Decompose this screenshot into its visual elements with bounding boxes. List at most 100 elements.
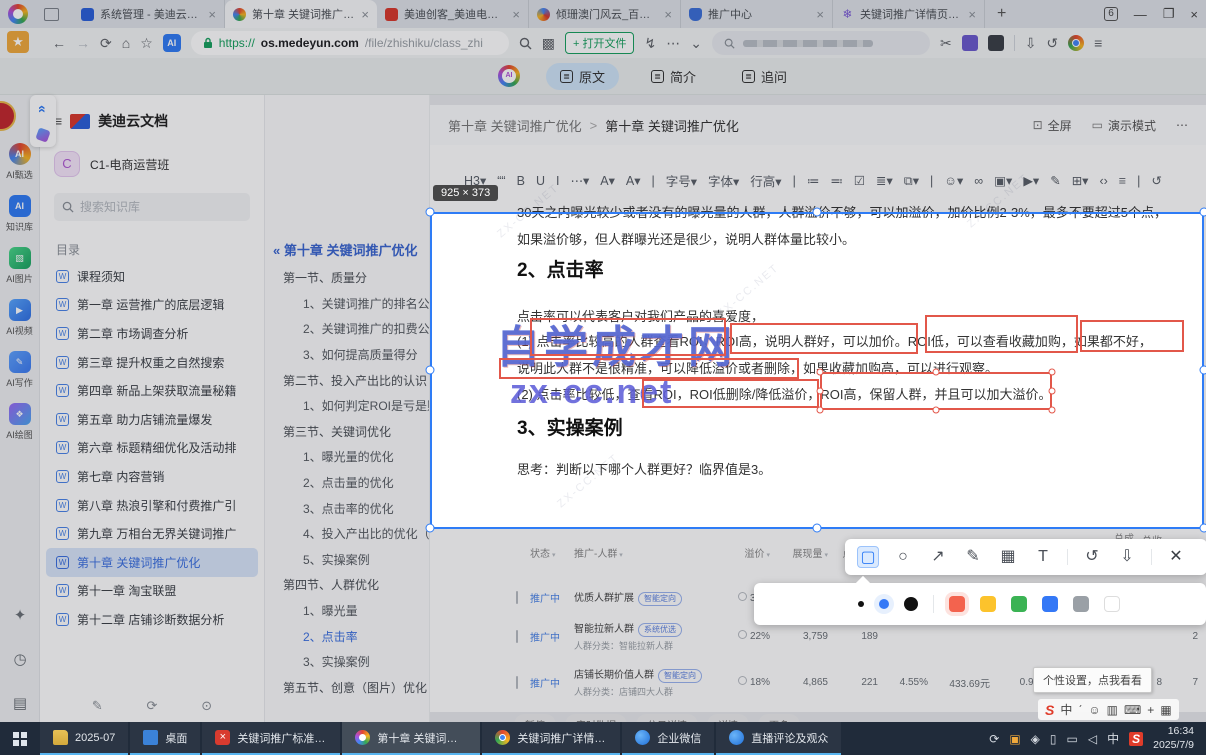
- divider[interactable]: [933, 595, 934, 613]
- taskbar-item[interactable]: 关键词推广标准计...: [202, 722, 341, 755]
- selection-handle[interactable]: [425, 523, 435, 533]
- ime-icon[interactable]: S: [1045, 702, 1054, 718]
- tray-icon[interactable]: ◁: [1088, 732, 1097, 746]
- tray-icon[interactable]: ▯: [1050, 732, 1057, 746]
- drawn-rectangle[interactable]: [925, 315, 1078, 353]
- clock-date: 2025/7/9: [1153, 738, 1194, 751]
- tray-icon[interactable]: S: [1129, 731, 1144, 746]
- taskbar-item-icon: [635, 730, 651, 745]
- heading-ctr: 2、点击率: [517, 260, 604, 281]
- stroke-small[interactable]: [858, 601, 864, 607]
- rectangle-tool[interactable]: ▢: [857, 546, 879, 568]
- selection-handle[interactable]: [425, 207, 435, 217]
- taskbar-item-label: 桌面: [165, 732, 188, 745]
- input-method-bar: S 中 ˊ ☺ ▥ ⌨ + ▦: [1038, 699, 1179, 720]
- ime-icon[interactable]: ☺: [1088, 703, 1100, 717]
- shape-handle[interactable]: [932, 368, 940, 376]
- taskbar-item[interactable]: 第十章 关键词推广...: [342, 722, 481, 755]
- settings-tooltip[interactable]: 个性设置，点我看看: [1033, 667, 1152, 693]
- divider[interactable]: [1151, 549, 1152, 565]
- shape-handle[interactable]: [816, 368, 824, 376]
- start-button[interactable]: [0, 722, 40, 755]
- text-tool[interactable]: T: [1032, 546, 1054, 568]
- shape-handle[interactable]: [1048, 387, 1056, 395]
- heading-case: 3、实操案例: [517, 418, 623, 439]
- annotation-toolbar: ▢ ○ ↗ ✎ ▦ T ↺ ⇩ ✕ ✓: [845, 539, 1206, 575]
- drawn-rectangle[interactable]: [820, 372, 1052, 410]
- download-tool[interactable]: ⇩: [1116, 546, 1138, 568]
- ime-icon[interactable]: ⌨: [1124, 703, 1141, 717]
- taskbar-item[interactable]: 直播评论及观众: [716, 722, 842, 755]
- ime-icon[interactable]: ▥: [1107, 703, 1118, 717]
- selection-handle[interactable]: [1199, 365, 1206, 375]
- color-green[interactable]: [1011, 596, 1027, 612]
- taskbar-item-label: 第十章 关键词推广...: [377, 732, 468, 745]
- taskbar-item-icon: [355, 730, 371, 745]
- selection-handle[interactable]: [1199, 523, 1206, 533]
- shape-handle[interactable]: [1048, 368, 1056, 376]
- color-red[interactable]: [949, 596, 965, 612]
- ime-icon[interactable]: 中: [1060, 701, 1072, 718]
- windows-icon: [13, 731, 27, 746]
- ime-icon[interactable]: ˊ: [1078, 703, 1082, 717]
- taskbar-item[interactable]: 企业微信: [622, 722, 715, 755]
- selection-handle[interactable]: [812, 207, 822, 217]
- taskbar-item-icon: [729, 730, 745, 745]
- paragraph: 思考：判断以下哪个人群更好？临界值是3。: [517, 462, 772, 477]
- divider[interactable]: [1067, 549, 1068, 565]
- confirm-tool[interactable]: ✓: [1200, 546, 1206, 568]
- shape-handle[interactable]: [932, 406, 940, 414]
- drawn-rectangle[interactable]: [499, 358, 799, 379]
- taskbar-item[interactable]: 桌面: [130, 722, 201, 755]
- color-blue[interactable]: [1042, 596, 1058, 612]
- system-tray: ⟳ ▣ ◈ ▯ ▭ ◁ 中 S: [989, 730, 1153, 747]
- color-yellow[interactable]: [980, 596, 996, 612]
- drawn-rectangle[interactable]: [730, 323, 918, 354]
- taskbar-item-label: 直播评论及观众: [751, 732, 829, 745]
- screen: 系统管理 - 美迪云管理 第十章 关键词推广优化 美迪创客_美迪电商_美 倾珊澳…: [0, 0, 1206, 755]
- taskbar-item-icon: [53, 730, 68, 745]
- color-palette: [754, 583, 1206, 625]
- tray-icon[interactable]: ▭: [1067, 732, 1078, 746]
- selection-handle[interactable]: [425, 365, 435, 375]
- taskbar-item-label: 2025-07: [75, 731, 116, 744]
- color-white[interactable]: [1104, 596, 1120, 612]
- drawn-rectangle[interactable]: [530, 318, 726, 356]
- cancel-tool[interactable]: ✕: [1165, 546, 1187, 568]
- stroke-large[interactable]: [904, 597, 918, 611]
- taskbar: 2025-07 桌面 关键词推广标准计... 第十章 关键词推广...: [0, 722, 1206, 755]
- color-gray[interactable]: [1073, 596, 1089, 612]
- arrow-tool[interactable]: ↗: [927, 546, 949, 568]
- taskbar-item-label: 关键词推广标准计...: [237, 732, 328, 745]
- taskbar-item-label: 关键词推广详情页...: [517, 732, 608, 745]
- selection-handle[interactable]: [1199, 207, 1206, 217]
- selection-handle[interactable]: [812, 523, 822, 533]
- stroke-medium[interactable]: [879, 599, 889, 609]
- taskbar-item-icon: [495, 730, 511, 745]
- dim-overlay: [0, 213, 430, 529]
- tray-icon[interactable]: 中: [1107, 730, 1119, 747]
- paragraph: 如果溢价够，但人群曝光还是很少，说明人群体量比较小。: [517, 232, 856, 247]
- drawn-rectangle[interactable]: [642, 379, 819, 408]
- shape-handle[interactable]: [816, 406, 824, 414]
- taskbar-item-icon: [143, 730, 159, 745]
- taskbar-item[interactable]: 关键词推广详情页...: [482, 722, 621, 755]
- pencil-tool[interactable]: ✎: [962, 546, 984, 568]
- ime-icon[interactable]: ▦: [1160, 703, 1171, 717]
- clock-time: 16:34: [1167, 724, 1194, 737]
- taskbar-clock[interactable]: 16:34 2025/7/9: [1153, 725, 1206, 752]
- taskbar-item-icon: [215, 730, 231, 745]
- undo-tool[interactable]: ↺: [1081, 546, 1103, 568]
- ime-icon[interactable]: +: [1147, 703, 1154, 717]
- taskbar-item[interactable]: 2025-07: [40, 722, 129, 755]
- selection-size-label: 925 × 373: [433, 185, 499, 201]
- tray-icon[interactable]: ◈: [1031, 732, 1040, 746]
- shape-handle[interactable]: [1048, 406, 1056, 414]
- tray-icon[interactable]: ▣: [1009, 732, 1020, 746]
- mosaic-tool[interactable]: ▦: [997, 546, 1019, 568]
- taskbar-item-label: 企业微信: [657, 732, 702, 745]
- tray-icon[interactable]: ⟳: [989, 732, 999, 746]
- shape-handle[interactable]: [816, 387, 824, 395]
- ellipse-tool[interactable]: ○: [892, 546, 914, 568]
- drawn-rectangle[interactable]: [1080, 320, 1184, 352]
